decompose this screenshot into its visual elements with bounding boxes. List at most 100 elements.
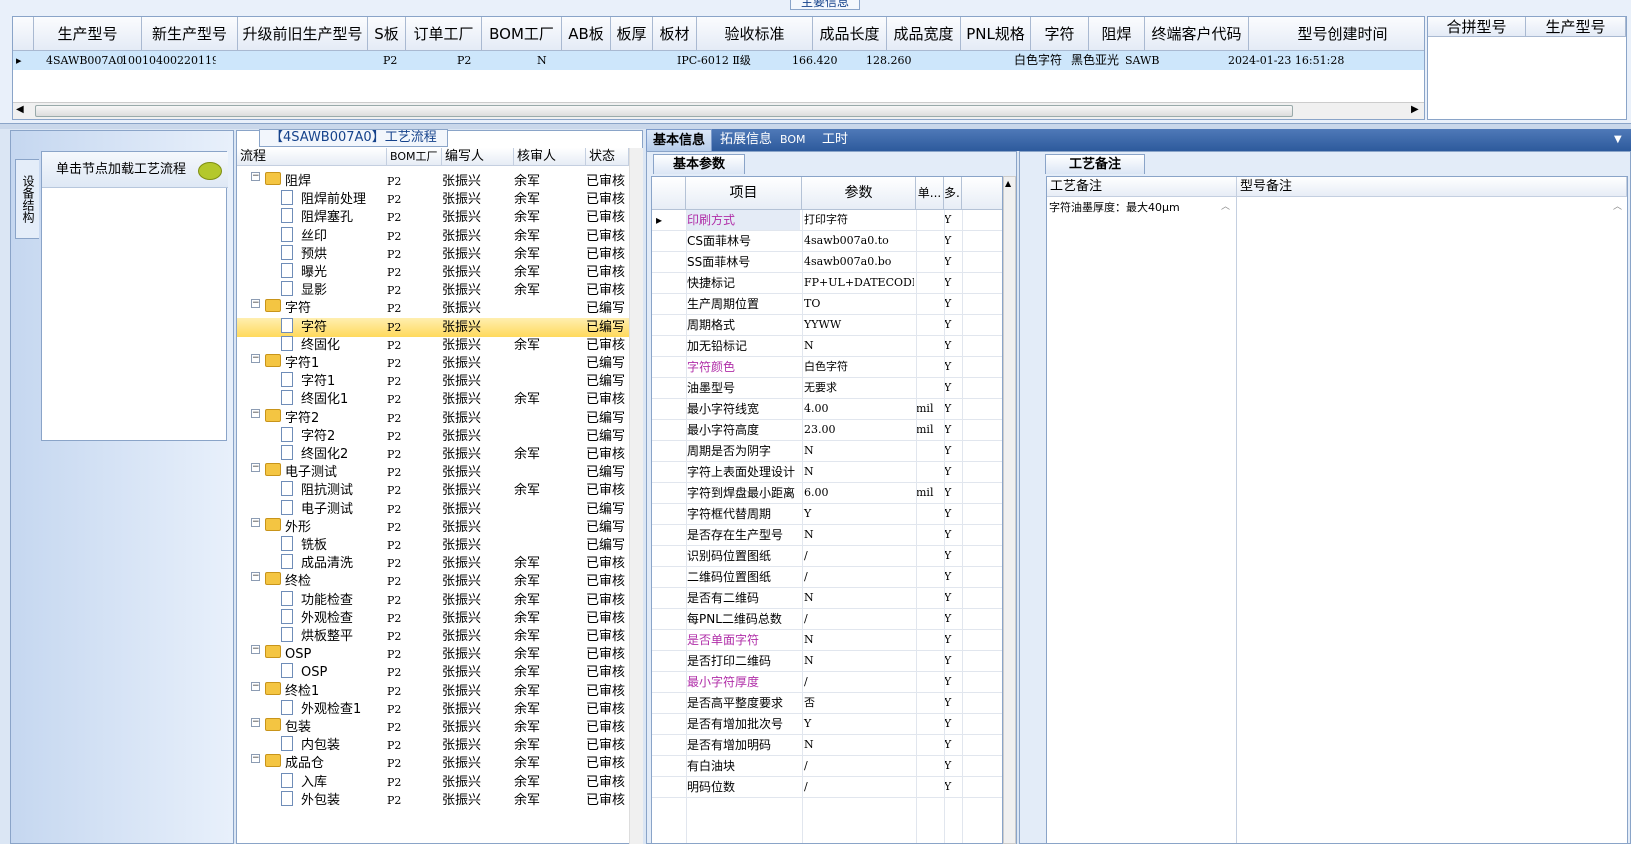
param-row[interactable]: 加无铅标记 N Y (652, 336, 1002, 357)
tree-row[interactable]: 电子测试 P2 张振兴 已编写 (237, 499, 629, 519)
tree-row[interactable]: 终固化1 P2 张振兴 余军 已审核 (237, 390, 629, 409)
param-row[interactable]: SS面菲林号 4sawb007a0.bo Y (652, 252, 1002, 273)
col-param[interactable]: 参数 (802, 177, 916, 210)
param-row[interactable]: 二维码位置图纸 / Y (652, 567, 1002, 588)
tab-extended-info[interactable]: 拓展信息 (714, 129, 778, 151)
tree-row[interactable]: 功能检查 P2 张振兴 余军 已审核 (237, 590, 629, 610)
tree-row[interactable]: − 字符1 P2 张振兴 已编写 (237, 354, 629, 373)
param-row[interactable]: 是否打印二维码 N Y (652, 651, 1002, 672)
model-col-header[interactable]: 生产型号 (1526, 17, 1626, 37)
param-value[interactable]: / (802, 777, 914, 797)
param-row[interactable]: CS面菲林号 4sawb007a0.to Y (652, 231, 1002, 252)
col-header[interactable]: 字符 (1031, 17, 1089, 51)
col-header[interactable]: BOM工厂 (482, 17, 562, 51)
tree-row[interactable]: − OSP P2 张振兴 余军 已审核 (237, 645, 629, 664)
col-header[interactable]: 生产型号 (34, 17, 142, 51)
tree-row[interactable]: − 字符2 P2 张振兴 已编写 (237, 408, 629, 428)
tab-work-hours[interactable]: 工时 (816, 129, 854, 151)
param-row[interactable]: 字符上表面处理设计 N Y (652, 462, 1002, 483)
tree-row[interactable]: 入库 P2 张振兴 余军 已审核 (237, 772, 629, 792)
param-value[interactable]: YYWW (802, 315, 914, 335)
param-value[interactable]: N (802, 651, 914, 671)
tab-dropdown-icon[interactable]: ▼ (1608, 129, 1628, 151)
tree-row[interactable]: 阻焊前处理 P2 张振兴 余军 已审核 (237, 190, 629, 209)
param-value[interactable]: FP+UL+DATECODE (802, 273, 914, 293)
tree-row[interactable]: − 终检1 P2 张振兴 余军 已审核 (237, 681, 629, 701)
col-model-notes[interactable]: 型号备注 (1237, 177, 1627, 197)
grid-corner[interactable] (652, 177, 686, 210)
tree-row[interactable]: 外观检查1 P2 张振兴 余军 已审核 (237, 699, 629, 719)
param-row[interactable]: 有白油块 / Y (652, 756, 1002, 777)
params-vertical-scrollbar[interactable]: ▲ (1003, 176, 1016, 844)
collapse-icon[interactable]: − (251, 463, 260, 473)
grid-corner[interactable] (13, 17, 34, 51)
tree-row[interactable]: − 外形 P2 张振兴 已编写 (237, 517, 629, 537)
tree-row[interactable]: 显影 P2 张振兴 余军 已审核 (237, 281, 629, 300)
tree-vertical-scrollbar[interactable] (629, 148, 643, 844)
param-value[interactable]: TO (802, 294, 914, 314)
param-row[interactable]: 每PNL二维码总数 / Y (652, 609, 1002, 630)
tab-basic-params[interactable]: 基本参数 (653, 154, 745, 174)
col-flow[interactable]: 流程 (237, 148, 387, 166)
collapse-icon[interactable]: − (251, 645, 260, 655)
tree-row[interactable]: 内包装 P2 张振兴 余军 已审核 (237, 736, 629, 755)
tab-process-notes[interactable]: 工艺备注 (1045, 154, 1145, 174)
tree-row[interactable]: 曝光 P2 张振兴 余军 已审核 (237, 263, 629, 282)
param-value[interactable]: N (802, 441, 914, 461)
param-row[interactable]: 是否单面字符 N Y (652, 630, 1002, 651)
param-value[interactable]: N (802, 525, 914, 545)
collapse-icon[interactable]: − (251, 572, 260, 582)
col-header[interactable]: AB板 (562, 17, 611, 51)
param-value[interactable]: 4.00 (802, 399, 914, 419)
scroll-right-icon[interactable]: ▶ (1411, 104, 1419, 115)
merge-col-header[interactable]: 合拼型号 (1428, 17, 1526, 37)
collapse-icon[interactable]: − (251, 754, 260, 764)
tree-row[interactable]: 阻焊塞孔 P2 张振兴 余军 已审核 (237, 208, 629, 227)
param-row[interactable]: 明码位数 / Y (652, 777, 1002, 798)
collapse-icon[interactable]: − (251, 718, 260, 727)
param-value[interactable]: / (802, 609, 914, 629)
col-header[interactable]: PNL规格 (961, 17, 1031, 51)
col-reviewer[interactable]: 核审人 (514, 148, 586, 166)
collapse-icon[interactable]: − (251, 681, 260, 691)
param-value[interactable]: / (802, 672, 914, 692)
col-unit[interactable]: 单... (916, 177, 944, 210)
param-value[interactable]: 6.00 (802, 483, 914, 503)
param-value[interactable]: 无要求 (802, 378, 914, 398)
col-header[interactable]: 终端客户代码 (1145, 17, 1249, 51)
tab-bom[interactable]: BOM (774, 129, 812, 151)
param-value[interactable]: N (802, 336, 914, 356)
tab-basic-info[interactable]: 基本信息 (646, 129, 713, 151)
tree-row[interactable]: 丝印 P2 张振兴 余军 已审核 (237, 226, 629, 246)
tree-row[interactable]: 终固化 P2 张振兴 余军 已审核 (237, 335, 629, 355)
tree-row[interactable]: − 字符 P2 张振兴 已编写 (237, 299, 629, 318)
col-header[interactable]: S板 (368, 17, 406, 51)
param-value[interactable]: 4sawb007a0.to (802, 231, 914, 251)
collapse-icon[interactable]: − (251, 408, 260, 418)
col-header[interactable]: 新生产型号 (142, 17, 238, 51)
scroll-up-icon[interactable]: ︿ (1221, 199, 1230, 212)
param-row[interactable]: 是否存在生产型号 N Y (652, 525, 1002, 546)
col-process-notes[interactable]: 工艺备注 (1047, 177, 1237, 197)
param-value[interactable]: 23.00 (802, 420, 914, 440)
tree-row[interactable]: 字符1 P2 张振兴 已编写 (237, 372, 629, 391)
param-row[interactable]: 字符到焊盘最小距离 6.00 mil Y (652, 483, 1002, 504)
param-row[interactable]: 最小字符高度 23.00 mil Y (652, 420, 1002, 441)
tree-row[interactable]: 阻抗测试 P2 张振兴 余军 已审核 (237, 481, 629, 500)
param-row[interactable]: 周期格式 YYWW Y (652, 315, 1002, 336)
param-row[interactable]: 最小字符线宽 4.00 mil Y (652, 399, 1002, 420)
col-header[interactable]: 型号创建时间 (1249, 17, 1424, 51)
tree-row[interactable]: − 终检 P2 张振兴 余军 已审核 (237, 572, 629, 591)
col-multi[interactable]: 多... (944, 177, 962, 210)
tree-row[interactable]: 烘板整平 P2 张振兴 余军 已审核 (237, 627, 629, 646)
scroll-thumb[interactable] (35, 105, 1293, 117)
process-note-text[interactable]: 字符油墨厚度：最大40μm (1049, 199, 1219, 215)
scroll-up-icon[interactable]: ︿ (1613, 199, 1622, 212)
param-row[interactable]: 生产周期位置 TO Y (652, 294, 1002, 315)
equipment-structure-tab[interactable]: 设备结构 (15, 159, 39, 239)
tree-row[interactable]: − 电子测试 P2 张振兴 已编写 (237, 463, 629, 482)
param-value[interactable]: / (802, 567, 914, 587)
col-bom-factory[interactable]: BOM工厂 (387, 148, 442, 166)
param-row[interactable]: 是否有增加明码 N Y (652, 735, 1002, 756)
scroll-up-icon[interactable]: ▲ (1005, 179, 1011, 188)
